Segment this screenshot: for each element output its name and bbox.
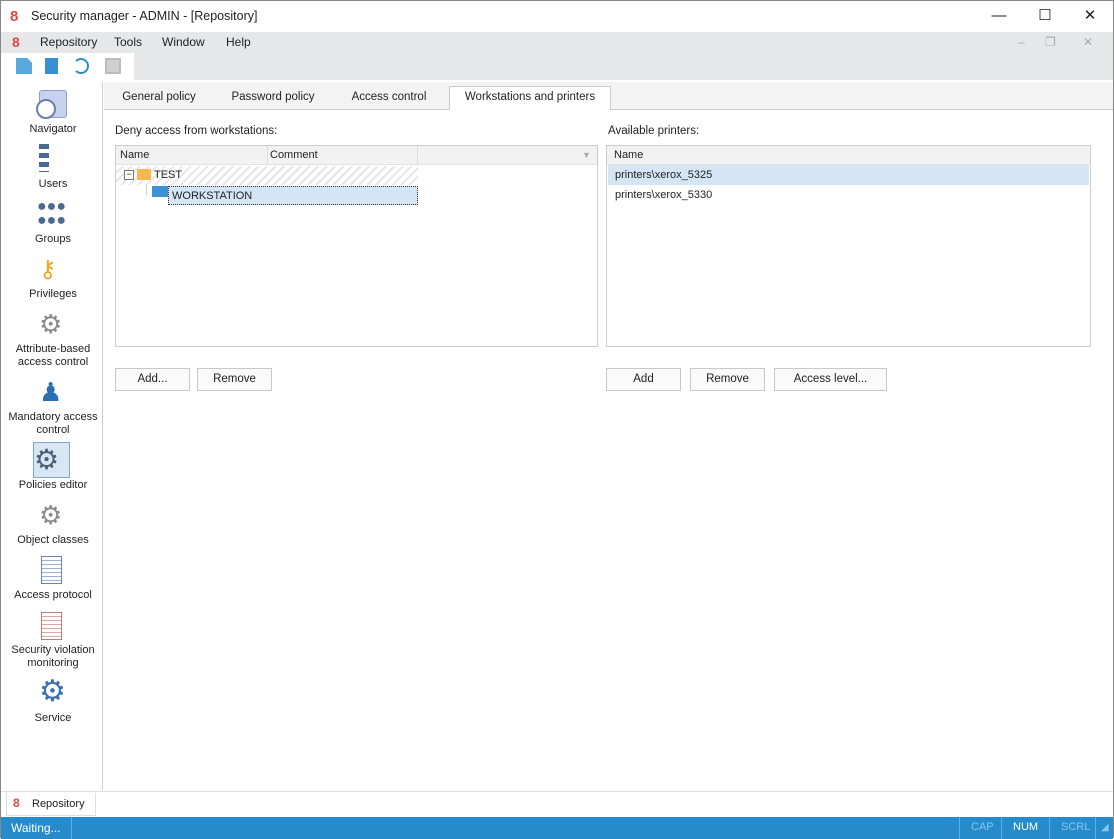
status-text: Waiting... (11, 821, 61, 835)
sidebar-item-object-classes[interactable]: Object classes (3, 534, 103, 547)
sidebar-item-groups[interactable]: Groups (3, 233, 103, 246)
document-tab-label: Repository (32, 798, 85, 810)
sidebar-item-navigator[interactable]: Navigator (3, 123, 103, 136)
title-bar: 8 Security manager - ADMIN - [Repository… (1, 1, 1113, 32)
column-name[interactable]: Name (120, 146, 268, 165)
document-tab-repository[interactable]: 8 Repository (6, 793, 96, 816)
sidebar-item-mandatory[interactable]: Mandatory access control (3, 411, 103, 437)
list-header: Name (607, 146, 1090, 165)
tab-general-policy[interactable]: General policy (112, 87, 206, 109)
workstations-tree[interactable]: Name Comment ▼ − TEST WORKSTATION (115, 145, 598, 347)
menu-tools[interactable]: Tools (114, 35, 142, 49)
repository-icon: 8 (13, 796, 20, 810)
cap-indicator: CAP (971, 821, 994, 833)
folder-icon (137, 169, 151, 180)
sidebar-item-service[interactable]: Service (3, 712, 103, 725)
printers-label: Available printers: (608, 125, 700, 137)
maximize-button[interactable]: ☐ (1022, 1, 1068, 32)
sidebar-item-abac[interactable]: Attribute-based access control (3, 343, 103, 369)
add-workstation-button[interactable]: Add... (115, 368, 190, 391)
mdi-restore-icon[interactable]: ❐ (1045, 35, 1056, 49)
status-bar: Waiting... CAP NUM SCRL ◢ (1, 817, 1113, 839)
column-name[interactable]: Name (614, 146, 643, 165)
key-icon: ⚷ (39, 256, 57, 283)
toolbar (1, 53, 1113, 80)
list-item[interactable]: printers\xerox_5325 (608, 165, 1089, 185)
main-panel: General policy Password policy Access co… (104, 82, 1113, 790)
num-indicator: NUM (1013, 821, 1039, 833)
sidebar-item-policies-editor[interactable]: Policies editor (3, 479, 103, 492)
groups-icon: ●●● ●●● (37, 198, 66, 229)
tree-item-label: TEST (154, 169, 183, 181)
protocol-icon (41, 556, 62, 584)
mdi-minimize-icon[interactable]: – (1018, 35, 1025, 49)
gear-icon: ⚙ (39, 675, 66, 708)
tree-item-label: WORKSTATION (172, 190, 253, 202)
violation-icon (41, 612, 62, 640)
remove-workstation-button[interactable]: Remove (197, 368, 272, 391)
open-icon[interactable] (45, 58, 58, 74)
list-item[interactable]: printers\xerox_5330 (607, 185, 1090, 205)
menu-window[interactable]: Window (162, 35, 205, 49)
sidebar-item-privileges[interactable]: Privileges (3, 288, 103, 301)
minimize-button[interactable]: — (976, 1, 1022, 32)
tab-content: Deny access from workstations: Name Comm… (104, 109, 1113, 790)
tree-row-workstation[interactable]: WORKSTATION (168, 186, 418, 205)
remove-printer-button[interactable]: Remove (690, 368, 765, 391)
navigator-icon (36, 90, 67, 119)
printers-list[interactable]: Name printers\xerox_5325 printers\xerox_… (606, 145, 1091, 347)
users-icon (39, 144, 49, 172)
workstations-label: Deny access from workstations: (115, 125, 278, 137)
scrl-indicator: SCRL (1061, 821, 1091, 833)
abac-icon: ⚙ (39, 309, 63, 339)
app-logo-icon: 8 (12, 34, 20, 50)
menu-repository[interactable]: Repository (40, 35, 97, 49)
close-button[interactable]: ✕ (1067, 1, 1113, 32)
mandatory-icon: ♟ (39, 377, 63, 407)
tab-workstations-printers[interactable]: Workstations and printers (449, 86, 611, 110)
object-classes-icon: ⚙ (39, 500, 63, 530)
resize-grip-icon[interactable]: ◢ (1101, 822, 1109, 833)
policies-icon: ⚙ (33, 442, 70, 478)
add-printer-button[interactable]: Add (606, 368, 681, 391)
app-logo-icon: 8 (10, 8, 19, 25)
column-comment[interactable]: Comment (270, 146, 418, 165)
refresh-icon[interactable] (73, 58, 89, 74)
menu-bar: 8 Repository Tools Window Help – ❐ ✕ (1, 32, 1113, 53)
tab-access-control[interactable]: Access control (342, 87, 436, 109)
tab-password-policy[interactable]: Password policy (222, 87, 324, 109)
sidebar-item-users[interactable]: Users (3, 178, 103, 191)
save-icon[interactable] (105, 58, 121, 74)
tree-row-test[interactable]: − TEST (116, 166, 418, 185)
sidebar-item-security-violation[interactable]: Security violation monitoring (3, 644, 103, 670)
sidebar-item-access-protocol[interactable]: Access protocol (3, 589, 103, 602)
access-level-button[interactable]: Access level... (774, 368, 887, 391)
workstation-icon (152, 186, 168, 197)
mdi-close-icon[interactable]: ✕ (1083, 35, 1093, 49)
menu-help[interactable]: Help (226, 35, 251, 49)
collapse-icon[interactable]: − (124, 170, 134, 180)
new-document-icon[interactable] (16, 58, 32, 74)
sidebar: Navigator Users ●●● ●●● Groups ⚷ Privileg… (3, 82, 103, 790)
column-chooser-icon[interactable]: ▼ (582, 146, 591, 165)
document-tab-strip: 8 Repository (1, 791, 1113, 817)
tree-header: Name Comment ▼ (116, 146, 597, 165)
window-title: Security manager - ADMIN - [Repository] (31, 9, 258, 23)
